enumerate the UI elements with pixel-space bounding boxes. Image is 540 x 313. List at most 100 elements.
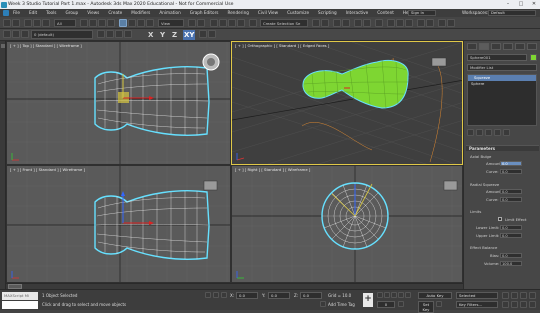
minimize-button[interactable]: – xyxy=(502,0,514,9)
selection-lock-icon[interactable] xyxy=(213,292,219,298)
bind-spacewarp-icon[interactable] xyxy=(42,19,50,27)
curve-editor-icon[interactable] xyxy=(354,19,362,27)
maxscript-input[interactable] xyxy=(2,301,38,309)
x-coordinate-field[interactable]: 0.0 xyxy=(236,292,258,299)
object-color-swatch[interactable] xyxy=(530,54,537,61)
a360-gallery-icon[interactable] xyxy=(426,19,434,27)
selection-filter-dropdown[interactable]: All xyxy=(54,19,76,27)
axial-bulge-curve-spinner[interactable]: 0.0 xyxy=(500,169,522,174)
scene-explorer-icon[interactable] xyxy=(333,19,341,27)
percent-snap-icon[interactable] xyxy=(228,19,236,27)
menu-group[interactable]: Group xyxy=(65,10,78,15)
y-coordinate-field[interactable]: 0.0 xyxy=(268,292,290,299)
limit-effect-checkbox[interactable] xyxy=(498,217,502,221)
selection-set-dropdown[interactable]: Selected xyxy=(456,292,498,299)
viewport-front[interactable]: [ + ] [ Front ] [ Standard ] [ Wireframe… xyxy=(6,165,231,283)
render-production-icon[interactable] xyxy=(405,19,413,27)
display-tab-icon[interactable] xyxy=(515,43,525,50)
next-frame-icon[interactable] xyxy=(398,292,404,298)
add-key-icon[interactable]: + xyxy=(363,293,373,307)
absolute-mode-icon[interactable] xyxy=(221,292,227,298)
menu-edit[interactable]: Edit xyxy=(29,10,37,15)
viewport-right-label[interactable]: [ + ] [ Right ] [ Standard ] [ Wireframe… xyxy=(235,167,310,172)
configure-modifier-sets-icon[interactable] xyxy=(503,129,510,136)
menu-file[interactable]: File xyxy=(13,10,20,15)
z-coordinate-field[interactable]: 0.0 xyxy=(300,292,322,299)
set-key-button[interactable]: Set Key xyxy=(418,301,434,313)
place-icon[interactable] xyxy=(146,19,154,27)
hierarchy-tab-icon[interactable] xyxy=(491,43,501,50)
play-icon[interactable] xyxy=(391,292,397,298)
layer-properties-icon[interactable] xyxy=(124,30,132,38)
select-object-icon[interactable] xyxy=(80,19,88,27)
axis-xy-button[interactable]: XY xyxy=(183,30,196,40)
layer-visibility-icon[interactable] xyxy=(12,30,20,38)
stack-item-sphere[interactable]: Sphere xyxy=(468,81,536,87)
auto-key-button[interactable]: Auto Key xyxy=(418,292,452,299)
isolate-selection-icon[interactable] xyxy=(205,292,211,298)
bias-spinner[interactable]: 0.0 xyxy=(500,253,522,258)
select-scale-icon[interactable] xyxy=(137,19,145,27)
menu-customize[interactable]: Customize xyxy=(287,10,309,15)
window-crossing-icon[interactable] xyxy=(107,19,115,27)
orbit-icon[interactable] xyxy=(520,301,527,308)
volume-spinner[interactable]: 100.0 xyxy=(500,261,522,266)
current-frame-field[interactable]: 0 xyxy=(377,301,395,308)
axis-y-button[interactable]: Y xyxy=(160,30,165,40)
object-name-field[interactable]: Sphere001 xyxy=(467,54,527,61)
axis-z-button[interactable]: Z xyxy=(172,30,177,40)
modifier-list-dropdown[interactable]: Modifier List xyxy=(467,64,537,71)
project-folder-icon[interactable] xyxy=(438,19,446,27)
snaps-toggle-icon[interactable] xyxy=(210,19,218,27)
select-rotate-icon[interactable] xyxy=(128,19,136,27)
zoom-icon[interactable] xyxy=(502,292,509,299)
make-unique-icon[interactable] xyxy=(485,129,492,136)
menu-animation[interactable]: Animation xyxy=(159,10,180,15)
layer-add-icon[interactable] xyxy=(97,30,105,38)
parameters-rollout[interactable]: Parameters xyxy=(466,145,539,151)
menu-scripting[interactable]: Scripting xyxy=(318,10,337,15)
viewport-top-label[interactable]: [ + ] [ Top ] [ Standard ] [ Wireframe ] xyxy=(10,43,82,48)
keyboard-shortcut-icon[interactable] xyxy=(197,19,205,27)
go-to-end-icon[interactable] xyxy=(405,292,411,298)
region-select-icon[interactable] xyxy=(98,19,106,27)
show-end-result-icon[interactable] xyxy=(476,129,483,136)
render-cloud-icon[interactable] xyxy=(417,19,425,27)
layer-dropdown[interactable]: 0 (default) xyxy=(31,30,93,39)
named-selection-dropdown[interactable]: Create Selection Se xyxy=(260,19,308,27)
lower-limit-spinner[interactable]: 0.0 xyxy=(500,225,522,230)
workspace-dropdown[interactable]: Default xyxy=(488,10,536,16)
radial-squeeze-amount-spinner[interactable]: 0.0 xyxy=(500,189,522,194)
remove-modifier-icon[interactable] xyxy=(494,129,501,136)
axial-bulge-amount-spinner[interactable]: 0.0 xyxy=(500,161,522,166)
menu-create[interactable]: Create xyxy=(108,10,122,15)
open-explorer-icon[interactable] xyxy=(447,19,455,27)
menu-interactive[interactable]: Interactive xyxy=(346,10,369,15)
menu-views[interactable]: Views xyxy=(87,10,99,15)
maximize-viewport-icon[interactable] xyxy=(529,301,536,308)
mirror-icon[interactable] xyxy=(312,19,320,27)
field-of-view-icon[interactable] xyxy=(502,301,509,308)
max-logo-icon[interactable] xyxy=(3,10,9,16)
layer-icon[interactable] xyxy=(3,30,11,38)
select-by-name-icon[interactable] xyxy=(89,19,97,27)
viewport-orthographic-label[interactable]: [ + ] [ Orthographic ] [ Standard ] [ Ed… xyxy=(235,43,329,48)
go-to-start-icon[interactable] xyxy=(377,292,383,298)
edit-named-selection-icon[interactable] xyxy=(249,19,257,27)
pivot-center-icon[interactable] xyxy=(188,19,196,27)
layer-freeze-icon[interactable] xyxy=(21,30,29,38)
material-editor-icon[interactable] xyxy=(375,19,383,27)
radial-squeeze-curve-spinner[interactable]: 0.0 xyxy=(500,197,522,202)
menu-modifiers[interactable]: Modifiers xyxy=(131,10,150,15)
upper-limit-spinner[interactable]: 0.0 xyxy=(500,233,522,238)
maxscript-listener[interactable]: MAXScript Mi xyxy=(2,292,38,300)
menu-civil-view[interactable]: Civil View xyxy=(258,10,278,15)
viewport-right[interactable]: [ + ] [ Right ] [ Standard ] [ Wireframe… xyxy=(231,165,463,283)
link-icon[interactable] xyxy=(24,19,32,27)
expand-icon[interactable] xyxy=(1,44,5,48)
zoom-extents-all-icon[interactable] xyxy=(529,292,536,299)
previous-frame-icon[interactable] xyxy=(384,292,390,298)
set-key-icon[interactable] xyxy=(436,301,442,307)
motion-tab-icon[interactable] xyxy=(503,43,513,50)
time-tag-icon[interactable] xyxy=(320,301,326,307)
